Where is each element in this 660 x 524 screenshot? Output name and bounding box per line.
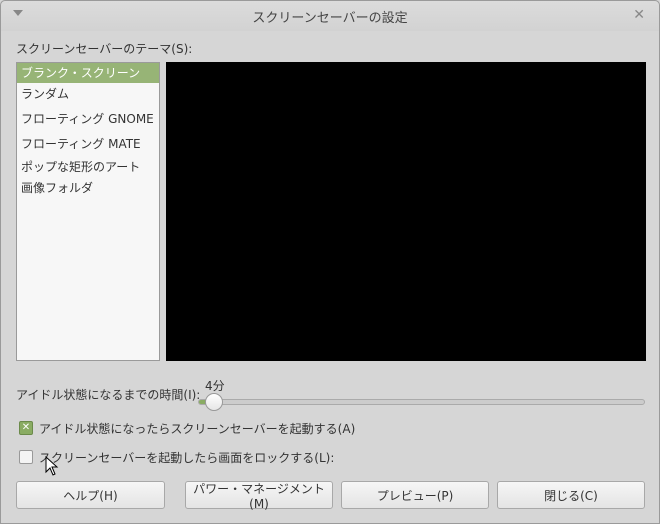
help-button[interactable]: ヘルプ(H): [16, 481, 165, 509]
activate-when-idle-checkbox[interactable]: ✕: [19, 421, 33, 435]
power-management-button[interactable]: パワー・マネージメント(M): [185, 481, 333, 511]
theme-item-random[interactable]: ランダム: [17, 83, 159, 107]
idle-time-slider[interactable]: [198, 393, 645, 411]
window-title: スクリーンセーバーの設定: [252, 10, 408, 26]
idle-time-label: アイドル状態になるまでの時間(I):: [16, 388, 201, 402]
theme-item-pictures-folder[interactable]: 画像フォルダ: [17, 178, 159, 199]
title-bar: スクリーンセーバーの設定 ✕: [1, 1, 659, 31]
theme-list[interactable]: ブランク・スクリーン ランダム フローティング GNOME フローティング MA…: [16, 62, 160, 361]
preview-button[interactable]: プレビュー(P): [341, 481, 489, 509]
activate-when-idle-label[interactable]: アイドル状態になったらスクリーンセーバーを起動する(A): [39, 420, 355, 437]
mouse-cursor-icon: [45, 456, 59, 476]
theme-label: スクリーンセーバーのテーマ(S):: [16, 42, 193, 56]
screensaver-preferences-window: スクリーンセーバーの設定 ✕ スクリーンセーバーのテーマ(S): ブランク・スク…: [0, 0, 660, 524]
close-icon[interactable]: ✕: [633, 7, 645, 23]
theme-item-floating-mate[interactable]: フローティング MATE: [17, 132, 159, 156]
idle-time-value: 4分: [205, 379, 225, 393]
theme-item-pop-art[interactable]: ポップな矩形のアート: [17, 156, 159, 178]
theme-item-floating-gnome[interactable]: フローティング GNOME: [17, 107, 159, 132]
screensaver-preview: [166, 62, 646, 361]
close-button[interactable]: 閉じる(C): [497, 481, 645, 509]
lock-screen-label[interactable]: スクリーンセーバーを起動したら画面をロックする(L):: [39, 449, 334, 466]
window-menu-icon[interactable]: [13, 10, 23, 16]
lock-screen-checkbox[interactable]: [19, 450, 33, 464]
slider-thumb[interactable]: [205, 393, 223, 411]
theme-item-blank[interactable]: ブランク・スクリーン: [17, 63, 159, 83]
